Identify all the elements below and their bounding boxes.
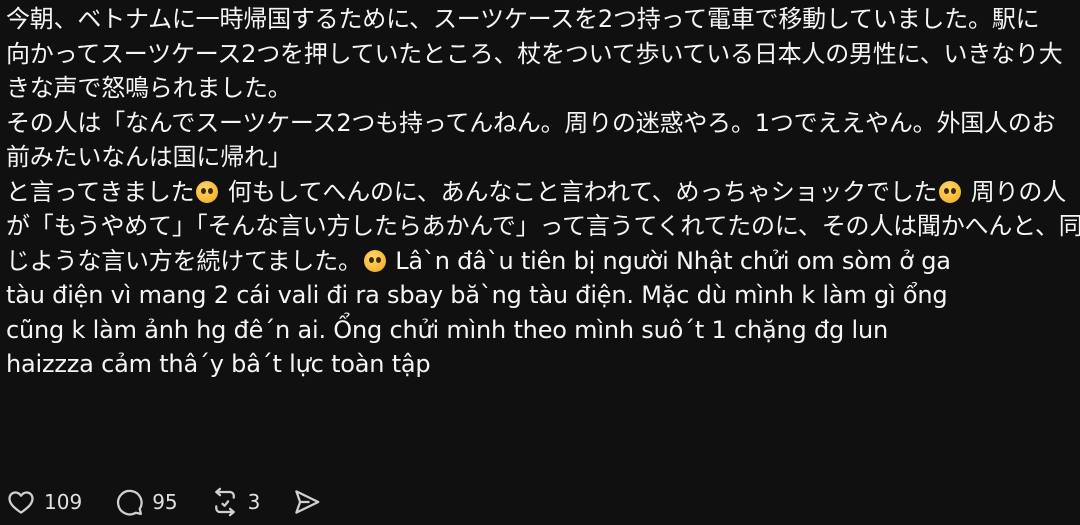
pleading-face-emoji — [196, 180, 219, 203]
post-actions: 109 95 3 — [6, 484, 354, 520]
flushed-face-emoji — [363, 249, 386, 272]
post-line-1: 今朝、ベトナムに一時帰国するために、スーツケースを2つ持って電車で移動していまし… — [6, 5, 1040, 33]
post-line-5: 前みたいなんは国に帰れ」 — [6, 143, 292, 171]
repost-button[interactable]: 3 — [210, 487, 261, 517]
post-line-6-part-c: 周りの人 — [963, 177, 1066, 206]
post-line-6-part-a: と言ってきました — [6, 177, 195, 206]
reply-button[interactable]: 95 — [114, 487, 178, 517]
post-line-8-part-a: じような言い方を続けてました。 — [6, 246, 362, 275]
reply-count: 95 — [152, 490, 178, 514]
post-line-2: 向かってスーツケース2つを押していたところ、杖をついて歩いている日本人の男性に、… — [6, 39, 1063, 68]
post-text: 今朝、ベトナムに一時帰国するために、スーツケースを2つ持って電車で移動していまし… — [6, 2, 1080, 382]
share-icon — [295, 490, 320, 514]
post-line-10: cũng k làm ảnh hg đê´n ai. Ổng chửi mình… — [6, 315, 888, 344]
post-line-8: じような言い方を続けてました。 Lâ`n đâ`u tiên bị người … — [6, 244, 1066, 279]
post-line-6-part-b: 何もしてへんのに、あんなこと言われて、めっちゃショックでした — [220, 177, 938, 206]
comment-icon — [117, 489, 143, 516]
post-line-9: tàu điện vì mang 2 cái vali đi ra sbay b… — [6, 281, 948, 309]
sad-face-emoji — [939, 180, 962, 203]
like-button[interactable]: 109 — [6, 487, 82, 517]
heart-icon — [8, 491, 34, 514]
post-line-6: と言ってきました 何もしてへんのに、あんなこと言われて、めっちゃショックでした … — [6, 175, 1066, 210]
post-line-11: haizzza cảm thâ´y bâ´t lực toàn tập — [6, 350, 431, 378]
post-line-7: が「もうやめて」「そんな言い方したらあかんで」って言うてくれてたのに、その人は聞… — [6, 212, 1080, 240]
post-line-4: その人は「なんでスーツケース2つも持ってんねん。周りの迷惑やろ。1つでええやん。… — [6, 108, 1056, 137]
post-line-8-part-b: Lâ`n đâ`u tiên bị người Nhật chửi om sòm… — [387, 246, 951, 275]
share-button[interactable] — [292, 487, 322, 517]
threads-post: 今朝、ベトナムに一時帰国するために、スーツケースを2つ持って電車で移動していまし… — [0, 0, 1080, 525]
repost-icon — [214, 487, 235, 517]
post-line-3: きな声で怒鳴られました。 — [6, 74, 292, 102]
repost-count: 3 — [247, 490, 261, 514]
like-count: 109 — [44, 490, 83, 514]
